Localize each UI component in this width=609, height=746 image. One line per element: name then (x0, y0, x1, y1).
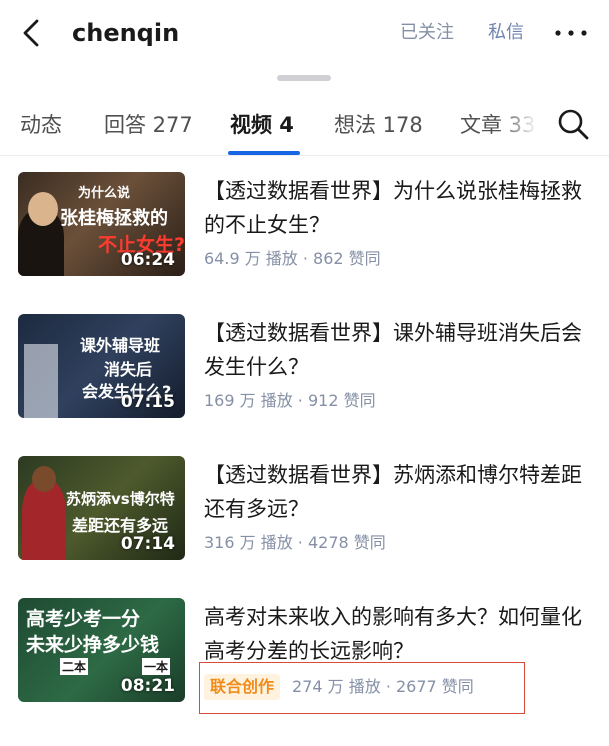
video-list-item[interactable]: 苏炳添vs博尔特 差距还有多远 07:14 【透过数据看世界】苏炳添和博尔特差距… (0, 456, 609, 598)
video-duration: 07:15 (120, 392, 175, 412)
athlete-figure (22, 480, 66, 560)
video-duration: 08:21 (120, 676, 175, 696)
video-list-item[interactable]: 为什么说 张桂梅拯救的 不止女生? 06:24 【透过数据看世界】为什么说张桂梅… (0, 172, 609, 314)
more-dots-icon[interactable] (553, 22, 589, 44)
highlight-annotation-box (199, 662, 525, 714)
tab-videos[interactable]: 视频 4 (230, 110, 294, 140)
video-title[interactable]: 【透过数据看世界】为什么说张桂梅拯救的不止女生？ (204, 174, 584, 242)
pull-handle[interactable] (277, 75, 331, 81)
tab-fade (500, 106, 544, 146)
profile-tabs: 动态 回答 277 视频 4 想法 178 文章 33 (0, 92, 609, 156)
video-stats: 316 万 播放 · 4278 赞同 (204, 533, 386, 552)
search-icon[interactable] (556, 107, 590, 141)
video-thumbnail[interactable]: 高考少考一分 未来少挣多少钱 二本 一本 08:21 (18, 598, 185, 702)
video-title[interactable]: 【透过数据看世界】苏炳添和博尔特差距还有多远？ (204, 458, 584, 526)
tab-thoughts[interactable]: 想法 178 (334, 110, 423, 140)
video-list-item[interactable]: 课外辅导班 消失后 会发生什么? 07:15 【透过数据看世界】课外辅导班消失后… (0, 314, 609, 456)
video-title[interactable]: 高考对未来收入的影响有多大？如何量化高考分差的长远影响？ (204, 600, 584, 668)
thumbnail-caption: 差距还有多远 (72, 516, 169, 535)
video-duration: 06:24 (120, 250, 175, 270)
thumbnail-caption: 二本 (60, 658, 89, 675)
tab-answers[interactable]: 回答 277 (104, 110, 193, 140)
thumbnail-caption: 消失后 (104, 360, 153, 379)
thumbnail-caption: 一本 (142, 658, 171, 675)
active-tab-indicator (228, 151, 300, 155)
video-stats: 64.9 万 播放 · 862 赞同 (204, 249, 381, 268)
video-duration: 07:14 (120, 534, 175, 554)
private-message-button[interactable]: 私信 (488, 20, 524, 46)
top-bar: chenqin 已关注 私信 (0, 0, 609, 66)
tab-activity[interactable]: 动态 (20, 110, 62, 140)
video-thumbnail[interactable]: 苏炳添vs博尔特 差距还有多远 07:14 (18, 456, 185, 560)
thumbnail-caption: 为什么说 (78, 186, 131, 201)
thumbnail-caption: 高考少考一分 (26, 608, 141, 630)
thumbnail-caption: 未来少挣多少钱 (26, 634, 160, 656)
thumbnail-caption: 苏炳添vs博尔特 (66, 490, 175, 508)
classroom-figure (24, 344, 58, 418)
video-stats: 169 万 播放 · 912 赞同 (204, 391, 376, 410)
video-title[interactable]: 【透过数据看世界】课外辅导班消失后会发生什么？ (204, 316, 584, 384)
thumbnail-caption: 张桂梅拯救的 (60, 208, 168, 229)
athlete-face (32, 466, 56, 492)
thumbnail-caption: 课外辅导班 (80, 336, 161, 355)
back-arrow-icon[interactable] (18, 18, 48, 48)
profile-name: chenqin (72, 19, 180, 47)
video-thumbnail[interactable]: 课外辅导班 消失后 会发生什么? 07:15 (18, 314, 185, 418)
followed-button[interactable]: 已关注 (400, 20, 454, 46)
portrait-face (28, 192, 58, 226)
video-thumbnail[interactable]: 为什么说 张桂梅拯救的 不止女生? 06:24 (18, 172, 185, 276)
